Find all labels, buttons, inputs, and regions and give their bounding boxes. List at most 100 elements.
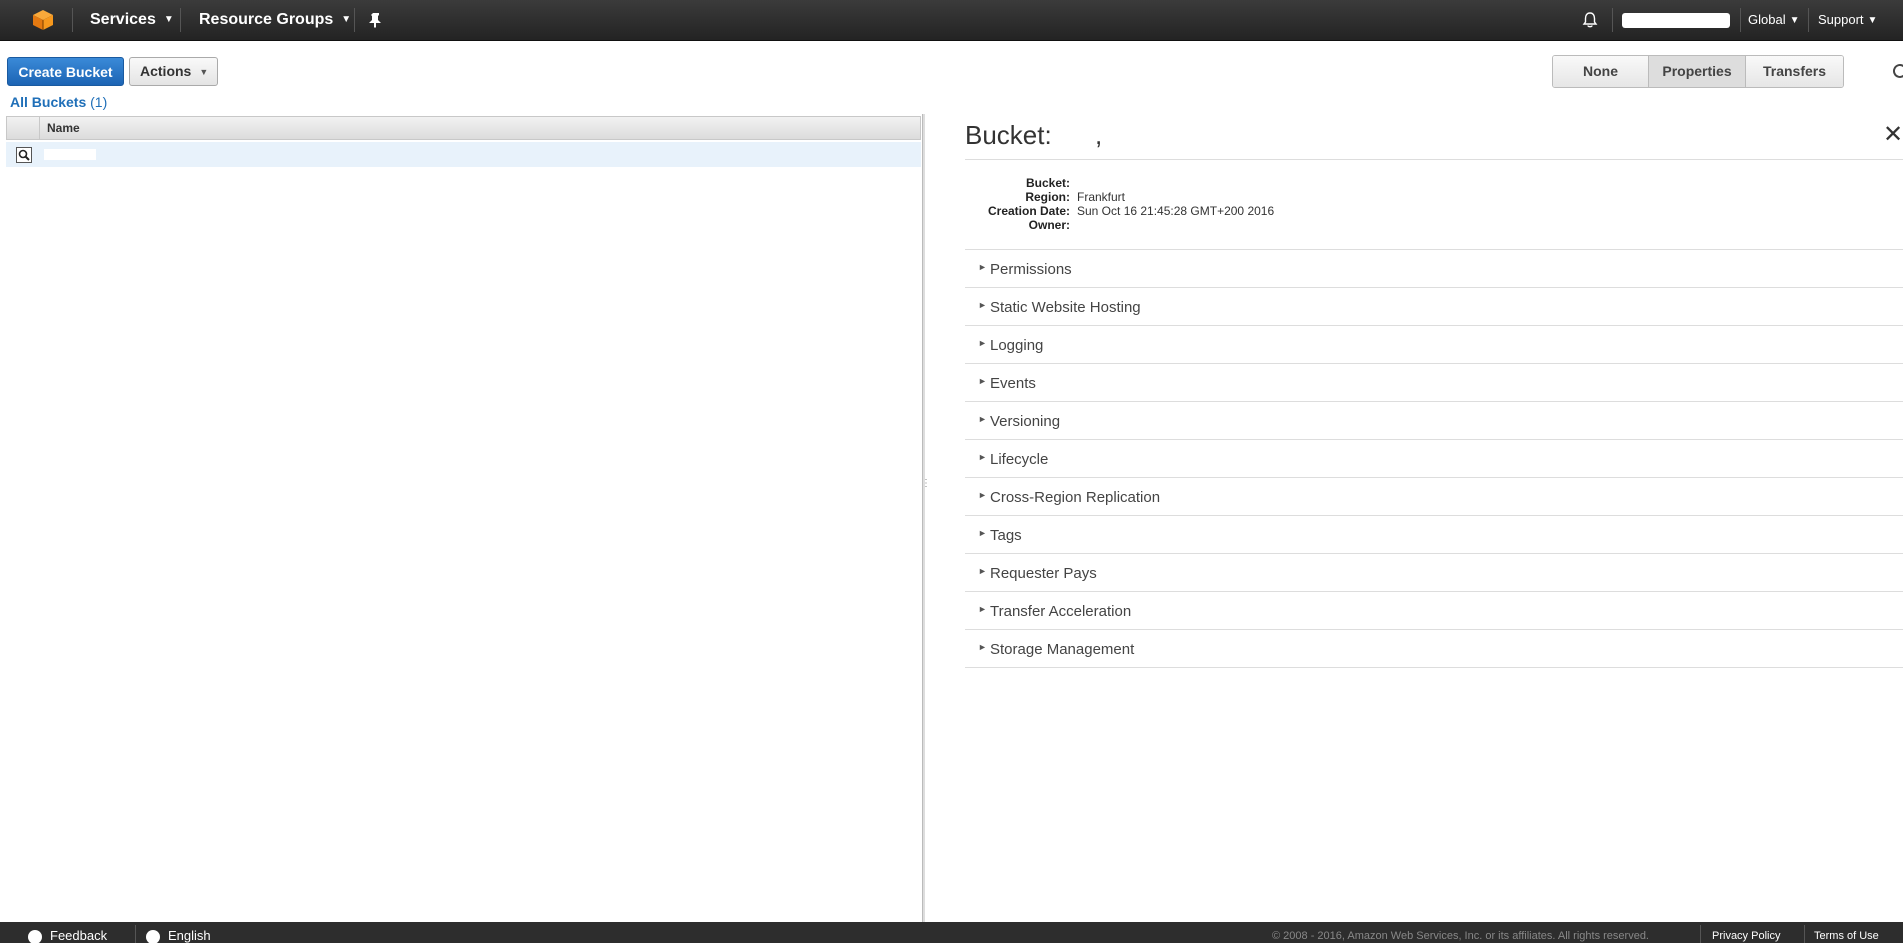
breadcrumb[interactable]: All Buckets (1): [10, 94, 107, 110]
expand-arrow-icon: ►: [978, 452, 987, 462]
select-column-header: [7, 117, 40, 139]
copyright: © 2008 - 2016, Amazon Web Services, Inc.…: [1272, 930, 1649, 942]
section-tags[interactable]: ► Tags: [965, 516, 1903, 554]
section-versioning[interactable]: ► Versioning: [965, 402, 1903, 440]
account-name-redacted[interactable]: [1622, 13, 1730, 28]
chevron-down-icon: ▼: [199, 66, 209, 77]
section-requester-pays[interactable]: ► Requester Pays: [965, 554, 1903, 592]
footer-separator: [135, 925, 136, 943]
region-value: Frankfurt: [1077, 190, 1126, 204]
section-transfer-acceleration[interactable]: ► Transfer Acceleration: [965, 592, 1903, 630]
bucket-count: (1): [90, 94, 108, 110]
feedback-link[interactable]: Feedback: [28, 928, 107, 943]
nav-separator: [72, 8, 73, 32]
view-properties-button[interactable]: Properties: [1649, 56, 1746, 87]
all-buckets-link[interactable]: All Buckets: [10, 94, 86, 110]
view-toggle: None Properties Transfers: [1552, 55, 1844, 88]
support-menu[interactable]: Support ▼: [1818, 0, 1877, 40]
view-transfers-button[interactable]: Transfers: [1746, 56, 1843, 87]
section-permissions[interactable]: ► Permissions: [965, 250, 1903, 288]
footer-separator: [1804, 925, 1805, 943]
creation-date-value: Sun Oct 16 21:45:28 GMT+200 2016: [1077, 204, 1275, 218]
services-label: Services: [90, 11, 156, 29]
panel-title-suffix: ,: [1094, 120, 1103, 150]
language-label: English: [168, 928, 211, 943]
section-static-website-hosting[interactable]: ► Static Website Hosting: [965, 288, 1903, 326]
section-label: Permissions: [990, 261, 1072, 278]
section-label: Events: [990, 375, 1036, 392]
aws-cube-icon[interactable]: [32, 9, 54, 31]
nav-separator: [180, 8, 181, 32]
region-label: Region:: [1025, 190, 1070, 204]
expand-arrow-icon: ►: [978, 490, 987, 500]
section-label: Cross-Region Replication: [990, 489, 1161, 506]
creation-date-label: Creation Date:: [987, 204, 1070, 218]
divider: [965, 159, 1903, 160]
panel-title: Bucket: ,: [965, 120, 1102, 151]
region-label: Global: [1748, 12, 1786, 27]
feedback-label: Feedback: [50, 928, 108, 943]
expand-arrow-icon: ►: [978, 566, 987, 576]
chevron-down-icon: ▼: [341, 14, 352, 25]
pin-icon[interactable]: [369, 12, 383, 28]
expand-arrow-icon: ►: [978, 642, 987, 652]
chevron-down-icon: ▼: [1789, 14, 1800, 26]
section-label: Lifecycle: [990, 451, 1049, 468]
owner-label: Owner:: [1028, 218, 1070, 232]
actions-label: Actions: [140, 63, 192, 79]
create-bucket-button[interactable]: Create Bucket: [7, 57, 124, 86]
top-nav: Services ▼ Resource Groups ▼ Global ▼ Suppo…: [0, 0, 1903, 41]
properties-panel: Bucket: , ✕ Bucket: Region: Frankfurt Cr…: [925, 114, 1903, 922]
section-cross-region-replication[interactable]: ► Cross-Region Replication: [965, 478, 1903, 516]
footer-separator: [1700, 925, 1701, 943]
property-sections: ► Permissions ► Static Website Hosting ► Lo…: [965, 250, 1903, 668]
magnifier-icon[interactable]: [16, 147, 32, 163]
privacy-policy-link[interactable]: Privacy Policy: [1712, 930, 1780, 942]
services-menu[interactable]: Services ▼: [90, 0, 174, 40]
bell-icon[interactable]: [1581, 11, 1599, 29]
section-label: Tags: [990, 527, 1022, 544]
chevron-down-icon: ▼: [1867, 14, 1878, 26]
section-lifecycle[interactable]: ► Lifecycle: [965, 440, 1903, 478]
bucket-label: Bucket:: [1025, 176, 1070, 190]
close-icon[interactable]: ✕: [1883, 120, 1903, 149]
nav-separator: [354, 8, 355, 32]
panel-title-label: Bucket:: [965, 120, 1052, 150]
language-selector[interactable]: English: [146, 928, 211, 943]
section-label: Requester Pays: [990, 565, 1097, 582]
terms-of-use-link[interactable]: Terms of Use: [1814, 930, 1879, 942]
nav-separator: [1612, 8, 1613, 32]
refresh-icon[interactable]: [1890, 61, 1903, 81]
section-label: Logging: [990, 337, 1044, 354]
table-row[interactable]: [6, 142, 921, 167]
expand-arrow-icon: ►: [978, 300, 987, 310]
section-label: Transfer Acceleration: [990, 603, 1132, 620]
globe-icon: [146, 929, 160, 943]
nav-separator: [1808, 8, 1809, 32]
expand-arrow-icon: ►: [978, 262, 987, 272]
chat-bubble-icon: [28, 929, 42, 943]
section-storage-management[interactable]: ► Storage Management: [965, 630, 1903, 668]
view-none-button[interactable]: None: [1553, 56, 1649, 87]
bucket-list: Name: [0, 114, 923, 922]
expand-arrow-icon: ►: [978, 604, 987, 614]
bucket-name-redacted[interactable]: [44, 149, 96, 160]
expand-arrow-icon: ►: [978, 414, 987, 424]
region-menu[interactable]: Global ▼: [1748, 0, 1799, 40]
resource-groups-label: Resource Groups: [199, 11, 334, 29]
section-events[interactable]: ► Events: [965, 364, 1903, 402]
table-header: Name: [6, 116, 921, 140]
resource-groups-menu[interactable]: Resource Groups ▼: [199, 0, 351, 40]
expand-arrow-icon: ►: [978, 528, 987, 538]
section-label: Storage Management: [990, 641, 1135, 658]
actions-button[interactable]: Actions ▼: [129, 57, 218, 86]
expand-arrow-icon: ►: [978, 376, 987, 386]
name-column-header[interactable]: Name: [47, 121, 80, 135]
section-label: Static Website Hosting: [990, 299, 1141, 316]
section-logging[interactable]: ► Logging: [965, 326, 1903, 364]
expand-arrow-icon: ►: [978, 338, 987, 348]
chevron-down-icon: ▼: [163, 14, 174, 25]
footer: Feedback English © 2008 - 2016, Amazon W…: [0, 922, 1903, 943]
section-label: Versioning: [990, 413, 1061, 430]
support-label: Support: [1818, 12, 1864, 27]
